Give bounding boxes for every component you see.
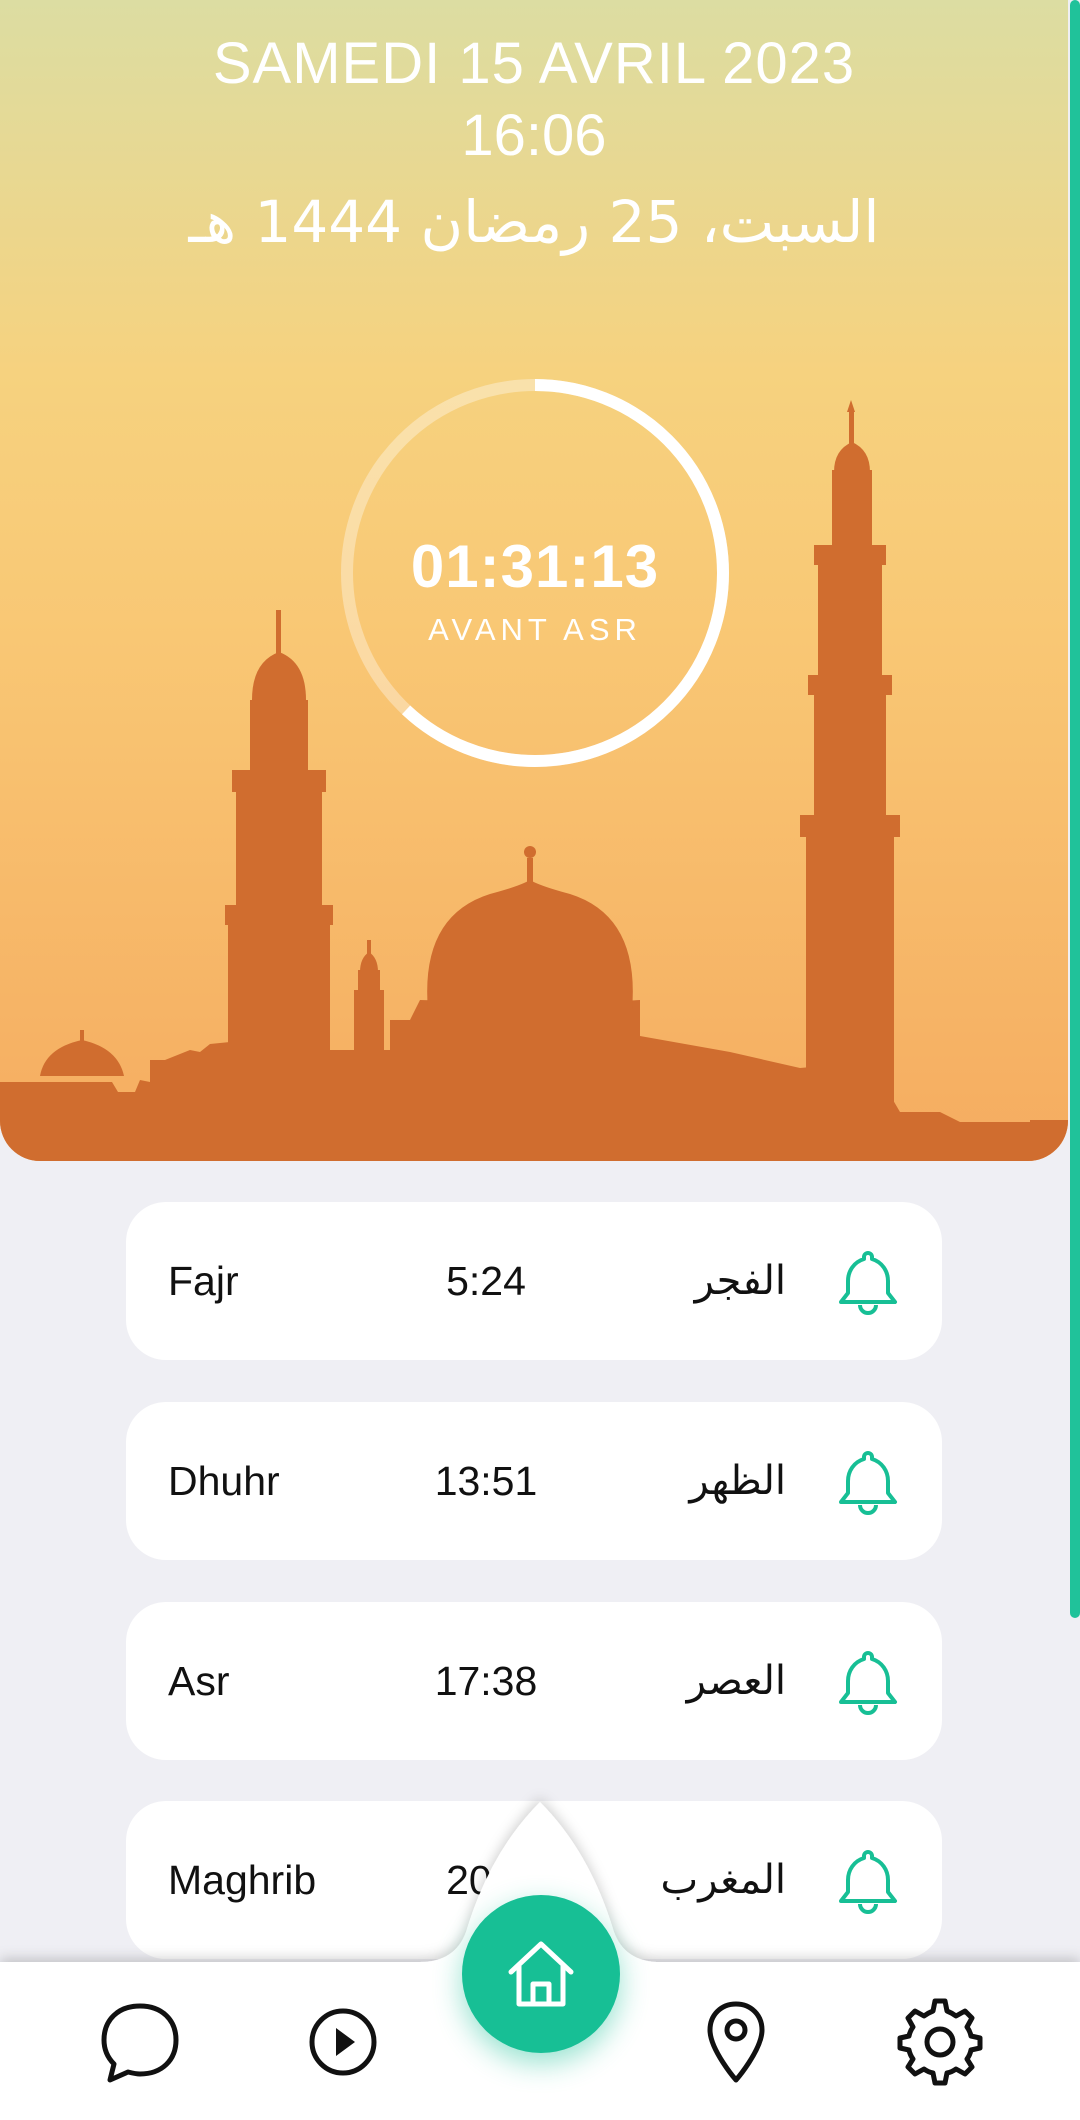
prayer-name: Dhuhr [168, 1458, 280, 1504]
chat-icon[interactable] [90, 1992, 190, 2092]
gregorian-date: SAMEDI 15 AVRIL 2023 [212, 31, 856, 96]
bell-icon[interactable] [832, 1445, 904, 1517]
prayer-name: Fajr [168, 1258, 239, 1304]
play-icon[interactable] [293, 1992, 393, 2092]
prayer-time: 5:24 [446, 1258, 526, 1304]
countdown-label: AVANT ASR [428, 612, 642, 647]
bell-icon[interactable] [832, 1245, 904, 1317]
bell-icon[interactable] [832, 1645, 904, 1717]
home-icon [508, 1941, 574, 2007]
prayer-row-dhuhr[interactable]: Dhuhr 13:51 الظهر [126, 1402, 942, 1560]
prayer-time: 17:38 [434, 1658, 538, 1704]
hijri-date: السبت، 25 رمضان 1444 هـ [188, 188, 880, 256]
scrollbar[interactable] [1070, 0, 1080, 1618]
prayer-name-arabic: العصر [686, 1658, 786, 1704]
home-button[interactable] [462, 1895, 620, 2053]
prayer-row-fajr[interactable]: Fajr 5:24 الفجر [126, 1202, 942, 1360]
location-pin-icon[interactable] [686, 1992, 786, 2092]
prayer-name: Asr [168, 1658, 230, 1704]
prayer-name-arabic: الفجر [694, 1258, 786, 1304]
settings-gear-icon[interactable] [890, 1992, 990, 2092]
prayer-name-arabic: الظهر [689, 1458, 786, 1504]
countdown-timer: 01:31:13 [410, 533, 660, 600]
prayer-time: 13:51 [434, 1458, 538, 1504]
prayer-row-asr[interactable]: Asr 17:38 العصر [126, 1602, 942, 1760]
current-time: 16:06 [461, 103, 607, 168]
